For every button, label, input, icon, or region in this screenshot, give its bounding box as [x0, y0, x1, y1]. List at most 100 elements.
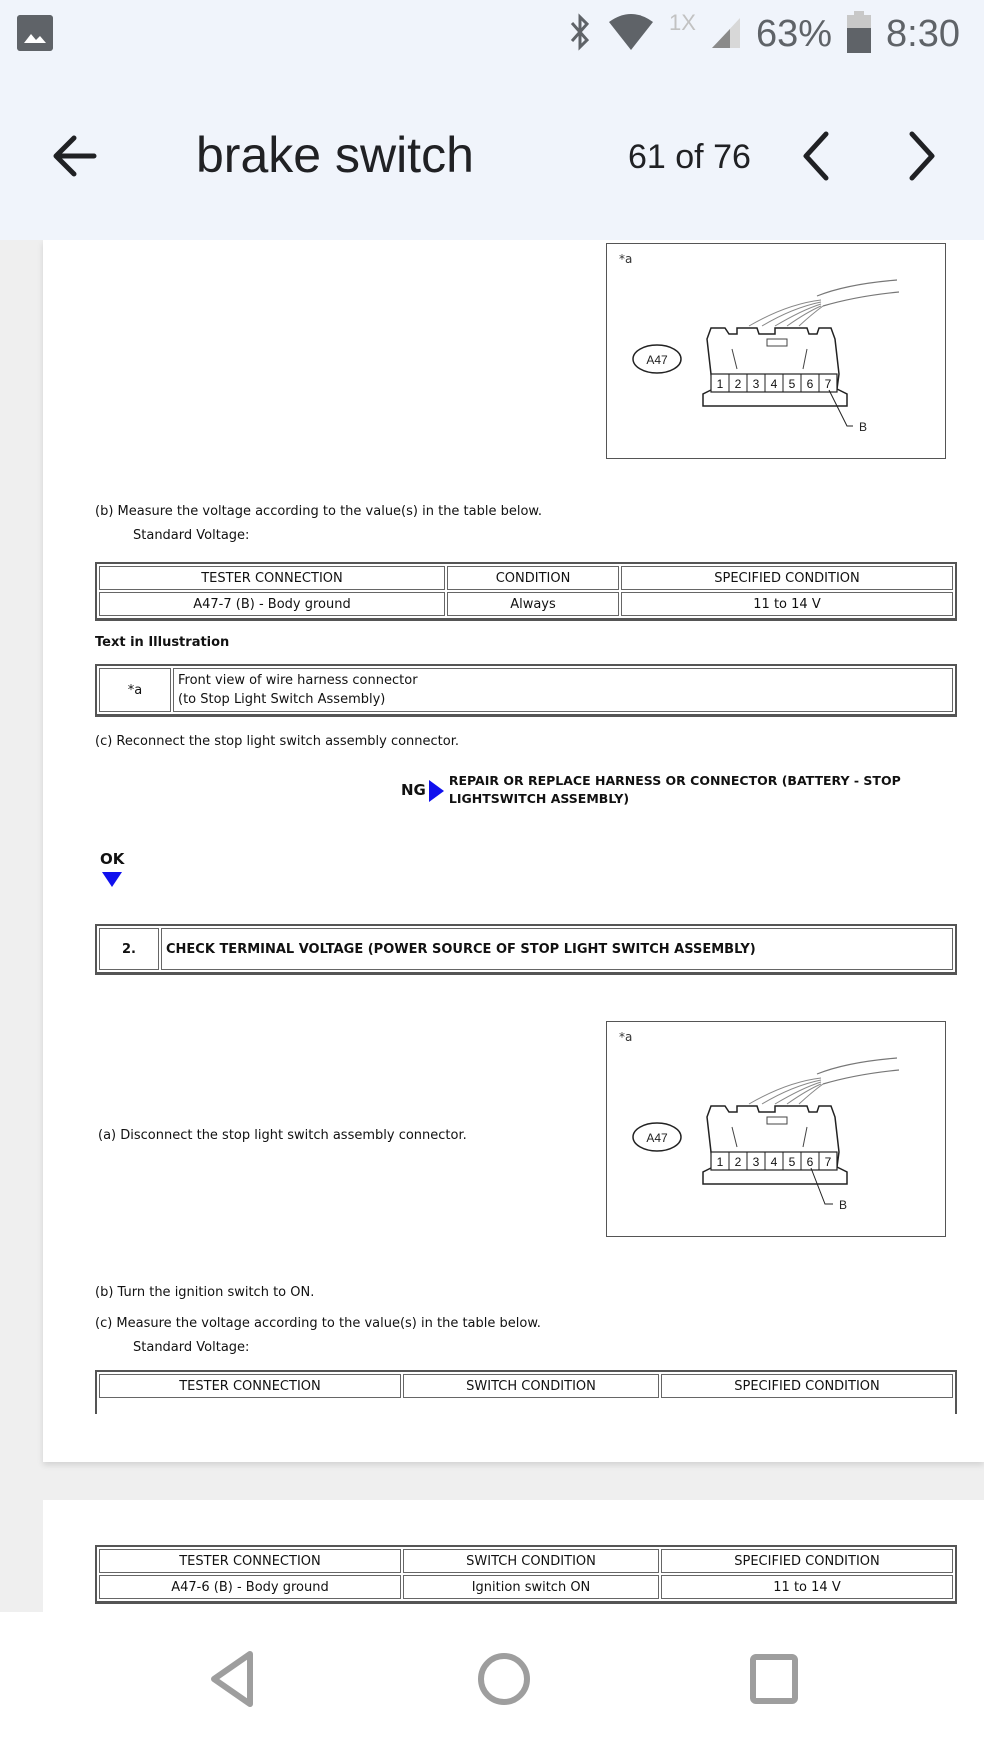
svg-text:5: 5	[789, 377, 796, 391]
table-cell: *a	[99, 668, 171, 712]
callout-label: B	[839, 1198, 847, 1212]
svg-text:7: 7	[825, 377, 832, 391]
table-header-cell: CONDITION	[447, 566, 619, 590]
svg-text:4: 4	[771, 377, 778, 391]
step-c-text: (c) Reconnect the stop light switch asse…	[95, 734, 459, 749]
back-button[interactable]	[48, 128, 104, 184]
arrow-right-icon	[428, 780, 444, 802]
nav-home-button[interactable]	[469, 1644, 539, 1714]
standard-voltage-label: Standard Voltage:	[133, 528, 250, 543]
table-header-cell: SWITCH CONDITION	[403, 1549, 659, 1573]
table-header-row: TESTER CONNECTION SWITCH CONDITION SPECI…	[99, 1374, 953, 1398]
table-header-cell: SPECIFIED CONDITION	[661, 1374, 953, 1398]
table-row: *a Front view of wire harness connector …	[99, 668, 953, 712]
svg-text:1: 1	[717, 1155, 724, 1169]
svg-text:2: 2	[735, 1155, 742, 1169]
document-page: TESTER CONNECTION SWITCH CONDITION SPECI…	[43, 1500, 984, 1612]
table-cell: A47-7 (B) - Body ground	[99, 592, 445, 616]
ng-action[interactable]: REPAIR OR REPLACE HARNESS OR CONNECTOR (…	[449, 772, 901, 808]
table-header-cell: TESTER CONNECTION	[99, 1549, 401, 1573]
svg-text:4: 4	[771, 1155, 778, 1169]
svg-text:3: 3	[753, 377, 760, 391]
step-title: CHECK TERMINAL VOLTAGE (POWER SOURCE OF …	[161, 928, 953, 970]
svg-text:7: 7	[825, 1155, 832, 1169]
connector-diagram: A47 1234567 B	[632, 1057, 900, 1212]
step2-b-text: (b) Turn the ignition switch to ON.	[95, 1285, 315, 1300]
callout-label: B	[859, 420, 867, 434]
svg-text:5: 5	[789, 1155, 796, 1169]
arrow-left-icon	[53, 135, 97, 177]
ng-action-line2: LIGHTSWITCH ASSEMBLY)	[448, 791, 630, 806]
arrow-down-icon	[102, 872, 122, 887]
table-header-row: TESTER CONNECTION SWITCH CONDITION SPECI…	[99, 1549, 953, 1573]
system-navigation-bar	[0, 1612, 984, 1749]
previous-result-button[interactable]	[796, 128, 836, 184]
search-app-bar: brake switch 61 of 76	[0, 68, 984, 240]
table-cell: 11 to 14 V	[621, 592, 953, 616]
table-row: 2. CHECK TERMINAL VOLTAGE (POWER SOURCE …	[99, 928, 953, 970]
voltage-table-2-partial: TESTER CONNECTION SWITCH CONDITION SPECI…	[95, 1370, 957, 1414]
illustration-key-table: *a Front view of wire harness connector …	[95, 664, 957, 717]
network-type-label: 1X	[669, 10, 696, 35]
text-in-illustration-heading: Text in Illustration	[95, 635, 230, 650]
connector-id-text: A47	[646, 353, 668, 367]
table-header-cell: TESTER CONNECTION	[99, 1374, 401, 1398]
battery-percent: 63%	[755, 12, 833, 55]
table-row: A47-6 (B) - Body ground Ignition switch …	[99, 1575, 953, 1599]
connector-illustration: *a A47 1234567 B	[606, 1021, 946, 1237]
next-result-button[interactable]	[902, 128, 942, 184]
chevron-left-icon	[803, 131, 829, 181]
table-cell: 11 to 14 V	[661, 1575, 953, 1599]
table-cell: Front view of wire harness connector (to…	[173, 668, 953, 712]
table-header-cell: SPECIFIED CONDITION	[661, 1549, 953, 1573]
document-viewport[interactable]: *a A47 1234567 B (b) Measure the voltage…	[0, 240, 984, 1612]
signal-icon	[710, 14, 742, 54]
step-number: 2.	[99, 928, 159, 970]
svg-text:1: 1	[717, 377, 724, 391]
nav-recents-button[interactable]	[739, 1644, 809, 1714]
voltage-table-2: TESTER CONNECTION SWITCH CONDITION SPECI…	[95, 1545, 957, 1604]
table-cell: Always	[447, 592, 619, 616]
bluetooth-icon	[567, 12, 593, 56]
ok-label: OK	[100, 850, 125, 868]
illustration-description-line1: Front view of wire harness connector	[178, 673, 418, 688]
ng-branch: NG REPAIR OR REPLACE HARNESS OR CONNECTO…	[401, 772, 901, 808]
wifi-icon	[607, 12, 655, 56]
nav-recents-icon	[750, 1654, 798, 1704]
connector-diagram: A47 1234567 B	[632, 279, 900, 434]
svg-text:2: 2	[735, 377, 742, 391]
status-icons: 1X 63% 8:30	[567, 8, 960, 60]
table-header-cell: SWITCH CONDITION	[403, 1374, 659, 1398]
search-query: brake switch	[196, 127, 474, 183]
voltage-table-1: TESTER CONNECTION CONDITION SPECIFIED CO…	[95, 562, 957, 621]
standard-voltage-label: Standard Voltage:	[133, 1340, 250, 1355]
nav-back-button[interactable]	[200, 1644, 270, 1714]
table-cell: Ignition switch ON	[403, 1575, 659, 1599]
illustration-description-line2: (to Stop Light Switch Assembly)	[178, 692, 386, 707]
table-row: A47-7 (B) - Body ground Always 11 to 14 …	[99, 592, 953, 616]
table-cell: A47-6 (B) - Body ground	[99, 1575, 401, 1599]
status-bar: 1X 63% 8:30	[0, 0, 984, 68]
svg-text:6: 6	[807, 1155, 814, 1169]
step-2-header: 2. CHECK TERMINAL VOLTAGE (POWER SOURCE …	[95, 924, 957, 975]
document-page: *a A47 1234567 B (b) Measure the voltage…	[43, 240, 984, 1462]
ng-label: NG	[401, 781, 426, 799]
svg-text:3: 3	[753, 1155, 760, 1169]
battery-icon	[846, 11, 872, 57]
table-header-row: TESTER CONNECTION CONDITION SPECIFIED CO…	[99, 566, 953, 590]
step2-a-text: (a) Disconnect the stop light switch ass…	[98, 1128, 467, 1143]
nav-home-icon	[478, 1653, 530, 1705]
table-header-cell: TESTER CONNECTION	[99, 566, 445, 590]
image-icon	[17, 15, 53, 51]
result-counter: 61 of 76	[628, 138, 751, 176]
step-b-text: (b) Measure the voltage according to the…	[95, 504, 543, 519]
clock: 8:30	[886, 12, 960, 55]
table-header-cell: SPECIFIED CONDITION	[621, 566, 953, 590]
connector-illustration: *a A47 1234567 B	[606, 243, 946, 459]
connector-id-text: A47	[646, 1131, 668, 1145]
chevron-right-icon	[909, 131, 935, 181]
ng-action-line1: REPAIR OR REPLACE HARNESS OR CONNECTOR (…	[448, 773, 901, 788]
nav-back-icon	[211, 1651, 253, 1707]
svg-text:6: 6	[807, 377, 814, 391]
step2-c-text: (c) Measure the voltage according to the…	[95, 1316, 541, 1331]
